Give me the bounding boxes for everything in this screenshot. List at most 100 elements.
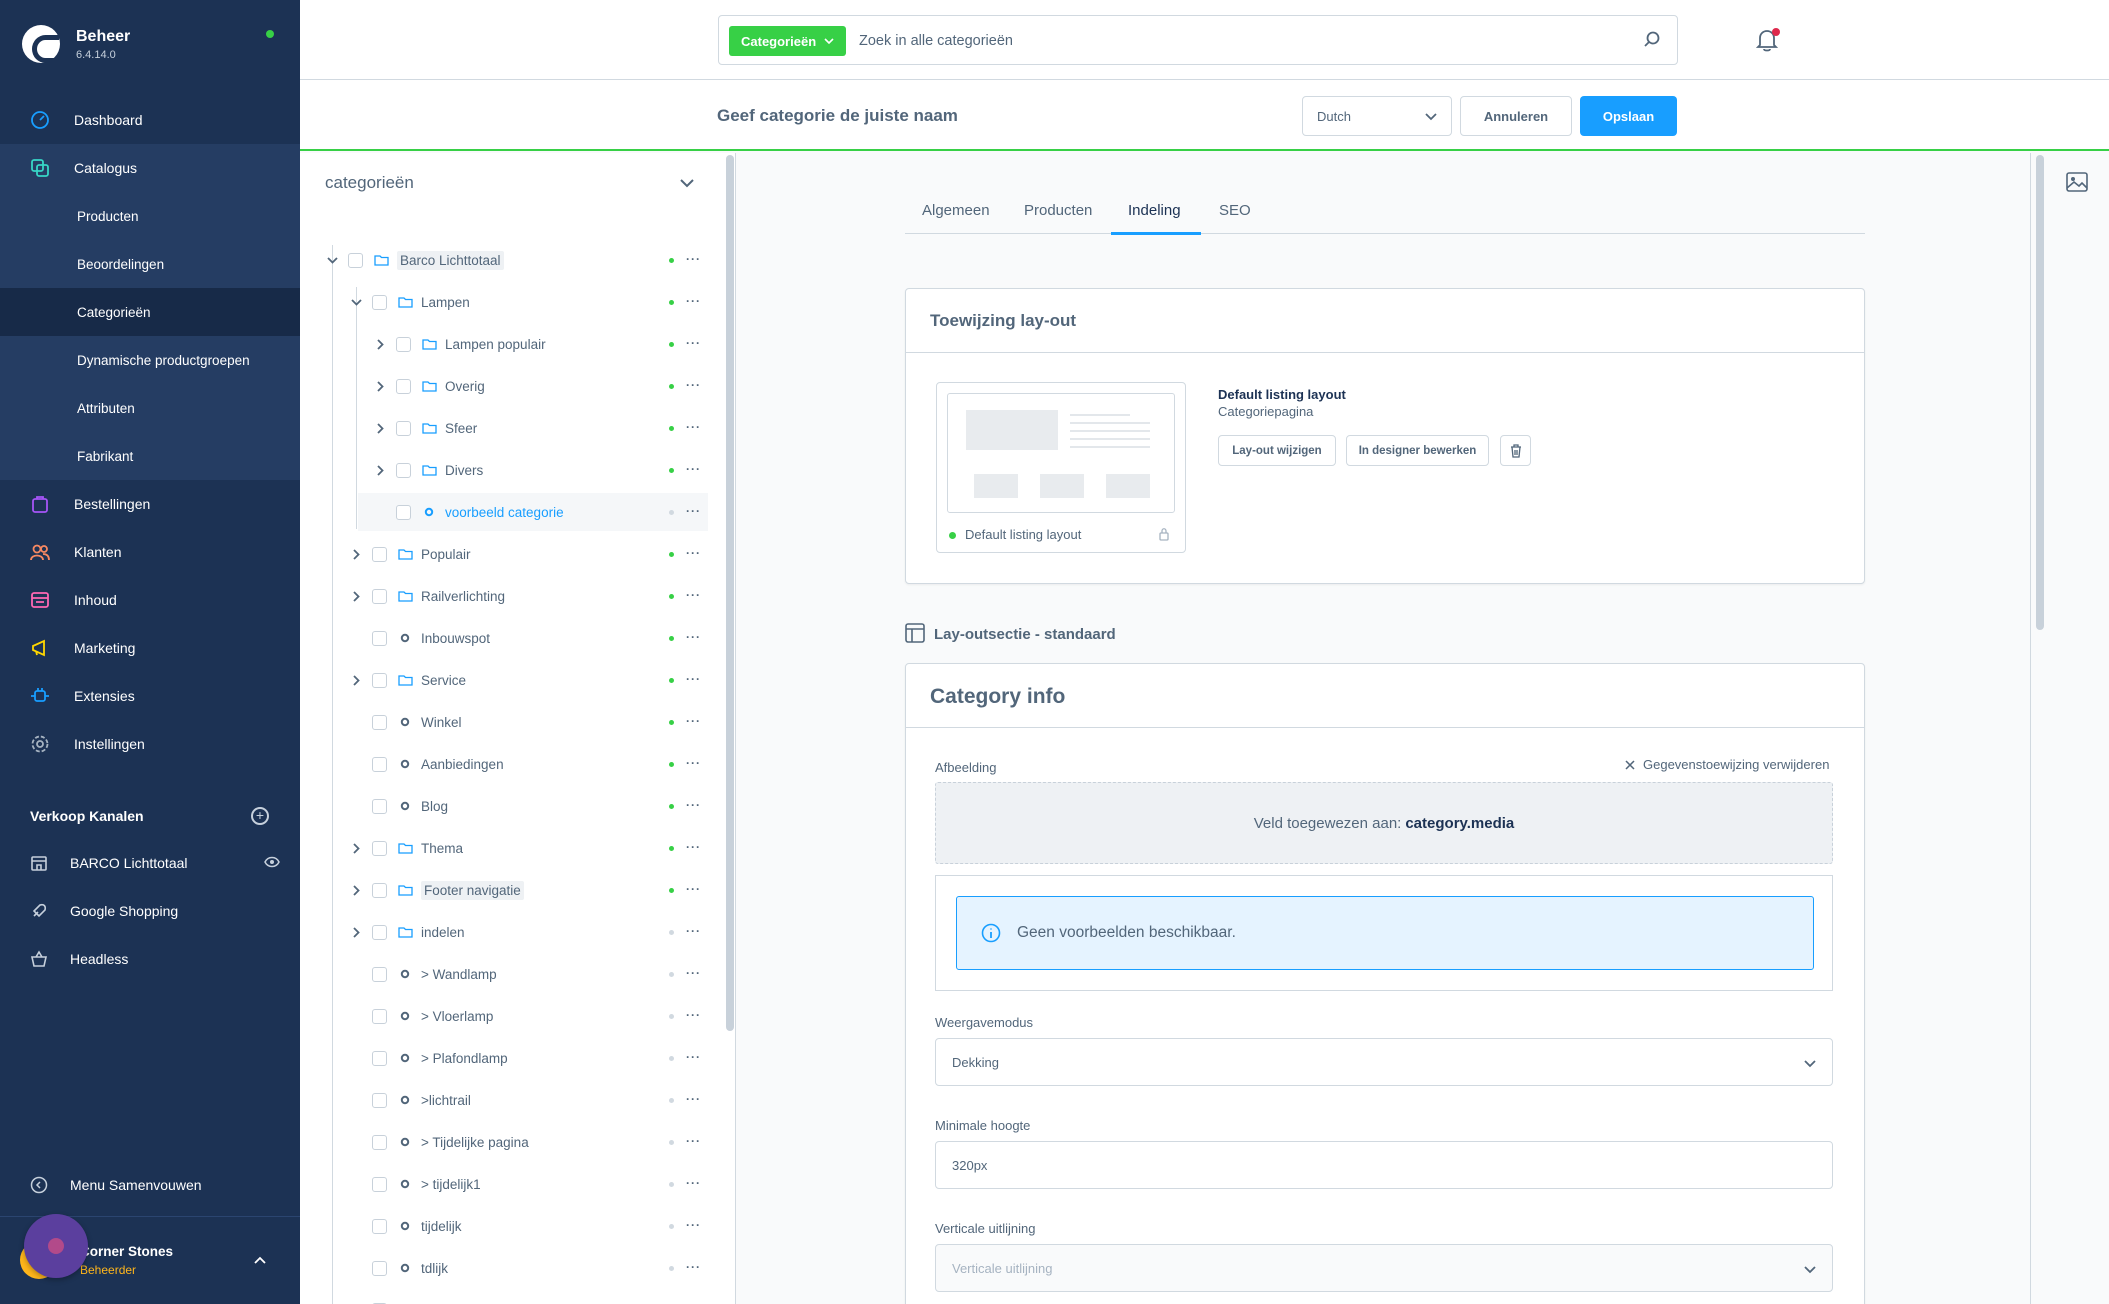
nav-producten[interactable]: Producten (0, 192, 300, 240)
tree-item[interactable]: Barco Lichttotaal (326, 245, 504, 275)
tab-indeling[interactable]: Indeling (1128, 202, 1181, 219)
more-options-icon[interactable]: ··· (686, 378, 700, 392)
remove-mapping-button[interactable]: Gegevenstoewijzing verwijderen (1625, 757, 1829, 772)
search-input[interactable] (859, 26, 1619, 56)
nav-extensies[interactable]: Extensies (0, 672, 300, 720)
tree-item-checkbox[interactable] (372, 924, 387, 940)
more-options-icon[interactable]: ··· (686, 714, 700, 728)
chevron-right-icon[interactable] (374, 380, 386, 392)
more-options-icon[interactable]: ··· (686, 336, 700, 350)
assistant-bubble-icon[interactable] (24, 1214, 88, 1278)
vertical-align-select[interactable]: Verticale uitlijning (935, 1244, 1833, 1292)
tree-item[interactable]: Lampen (350, 287, 470, 317)
display-mode-select[interactable]: Dekking (935, 1038, 1833, 1086)
more-options-icon[interactable]: ··· (686, 756, 700, 770)
nav-bestellingen[interactable]: Bestellingen (0, 480, 300, 528)
more-options-icon[interactable]: ··· (686, 630, 700, 644)
more-options-icon[interactable]: ··· (686, 462, 700, 476)
chevron-right-icon[interactable] (350, 548, 362, 560)
more-options-icon[interactable]: ··· (686, 1134, 700, 1148)
chevron-right-icon[interactable] (374, 422, 386, 434)
tree-item[interactable]: Service (350, 665, 466, 695)
eye-icon[interactable] (264, 855, 280, 871)
more-options-icon[interactable]: ··· (686, 1218, 700, 1232)
more-options-icon[interactable]: ··· (686, 966, 700, 980)
channel-barco[interactable]: BARCO Lichttotaal (30, 839, 280, 887)
brand[interactable]: Beheer 6.4.14.0 (22, 22, 130, 66)
tree-item[interactable]: Overig (374, 371, 485, 401)
nav-klanten[interactable]: Klanten (0, 528, 300, 576)
tree-item-checkbox[interactable] (372, 1092, 387, 1108)
tree-item[interactable]: Inbouwspot (350, 623, 490, 653)
nav-inhoud[interactable]: Inhoud (0, 576, 300, 624)
more-options-icon[interactable]: ··· (686, 798, 700, 812)
tree-item[interactable]: Blog (350, 791, 448, 821)
more-options-icon[interactable]: ··· (686, 672, 700, 686)
tree-item[interactable]: indelen (350, 917, 465, 947)
more-options-icon[interactable]: ··· (686, 1050, 700, 1064)
tree-item-checkbox[interactable] (396, 378, 411, 394)
tree-item[interactable]: Lampen populair (374, 329, 546, 359)
chevron-right-icon[interactable] (350, 842, 362, 854)
image-icon[interactable] (2066, 172, 2088, 195)
more-options-icon[interactable]: ··· (686, 546, 700, 560)
tree-item-checkbox[interactable] (372, 1218, 387, 1234)
tree-item-checkbox[interactable] (372, 1008, 387, 1024)
chevron-right-icon[interactable] (374, 338, 386, 350)
tree-item[interactable]: >lichtrail (350, 1085, 471, 1115)
search-icon[interactable] (1643, 31, 1661, 52)
more-options-icon[interactable]: ··· (686, 1260, 700, 1274)
tree-item[interactable]: > Plafondlamp (350, 1043, 508, 1073)
tree-item[interactable]: Winkel (350, 707, 462, 737)
nav-attributen[interactable]: Attributen (0, 384, 300, 432)
tree-item[interactable]: Footer navigatie (350, 875, 524, 905)
more-options-icon[interactable]: ··· (686, 840, 700, 854)
nav-categorieen[interactable]: Categorieën (0, 288, 300, 336)
chevron-right-icon[interactable] (350, 926, 362, 938)
language-switch[interactable]: Dutch (1302, 96, 1452, 136)
more-options-icon[interactable]: ··· (686, 588, 700, 602)
tree-item[interactable]: > tijdelijk1 (350, 1169, 481, 1199)
tree-item[interactable]: tdlijk (350, 1253, 448, 1283)
tab-algemeen[interactable]: Algemeen (922, 202, 990, 219)
tree-item-checkbox[interactable] (372, 714, 387, 730)
tree-item-checkbox[interactable] (372, 1134, 387, 1150)
chevron-right-icon[interactable] (350, 674, 362, 686)
chevron-right-icon[interactable] (350, 884, 362, 896)
channel-headless[interactable]: Headless (30, 935, 280, 983)
tree-item-checkbox[interactable] (372, 840, 387, 856)
chevron-down-icon[interactable] (680, 175, 694, 191)
more-options-icon[interactable]: ··· (686, 1092, 700, 1106)
content-scrollbar[interactable] (2036, 155, 2044, 630)
tree-item[interactable]: Thema (350, 833, 463, 863)
tab-producten[interactable]: Producten (1024, 202, 1092, 219)
tree-item-checkbox[interactable] (372, 546, 387, 562)
nav-dynamische-productgroepen[interactable]: Dynamische productgroepen (0, 336, 300, 384)
nav-beoordelingen[interactable]: Beoordelingen (0, 240, 300, 288)
tree-item-checkbox[interactable] (372, 1050, 387, 1066)
tree-item-checkbox[interactable] (372, 630, 387, 646)
min-height-input[interactable]: 320px (935, 1141, 1833, 1189)
trash-icon[interactable] (1500, 435, 1531, 466)
tree-item-checkbox[interactable] (396, 462, 411, 478)
change-layout-button[interactable]: Lay-out wijzigen (1218, 435, 1336, 466)
save-button[interactable]: Opslaan (1580, 96, 1677, 136)
tree-item[interactable]: Populair (350, 539, 471, 569)
nav-dashboard[interactable]: Dashboard (0, 96, 300, 144)
more-options-icon[interactable]: ··· (686, 1008, 700, 1022)
nav-marketing[interactable]: Marketing (0, 624, 300, 672)
nav-catalogus[interactable]: Catalogus (0, 144, 300, 192)
tree-item-checkbox[interactable] (372, 672, 387, 688)
tree-item-checkbox[interactable] (372, 588, 387, 604)
tab-seo[interactable]: SEO (1219, 202, 1251, 219)
tree-item[interactable]: Divers (374, 455, 483, 485)
collapse-menu-button[interactable]: Menu Samenvouwen (30, 1176, 202, 1194)
chevron-down-icon[interactable] (350, 296, 362, 308)
tree-item-checkbox[interactable] (372, 1260, 387, 1276)
add-channel-icon[interactable]: + (251, 807, 269, 825)
tree-item-checkbox[interactable] (396, 504, 411, 520)
tree-item-checkbox[interactable] (372, 882, 387, 898)
channel-google-shopping[interactable]: Google Shopping (30, 887, 280, 935)
tree-item[interactable]: Railverlichting (350, 581, 505, 611)
tree-item-checkbox[interactable] (372, 756, 387, 772)
